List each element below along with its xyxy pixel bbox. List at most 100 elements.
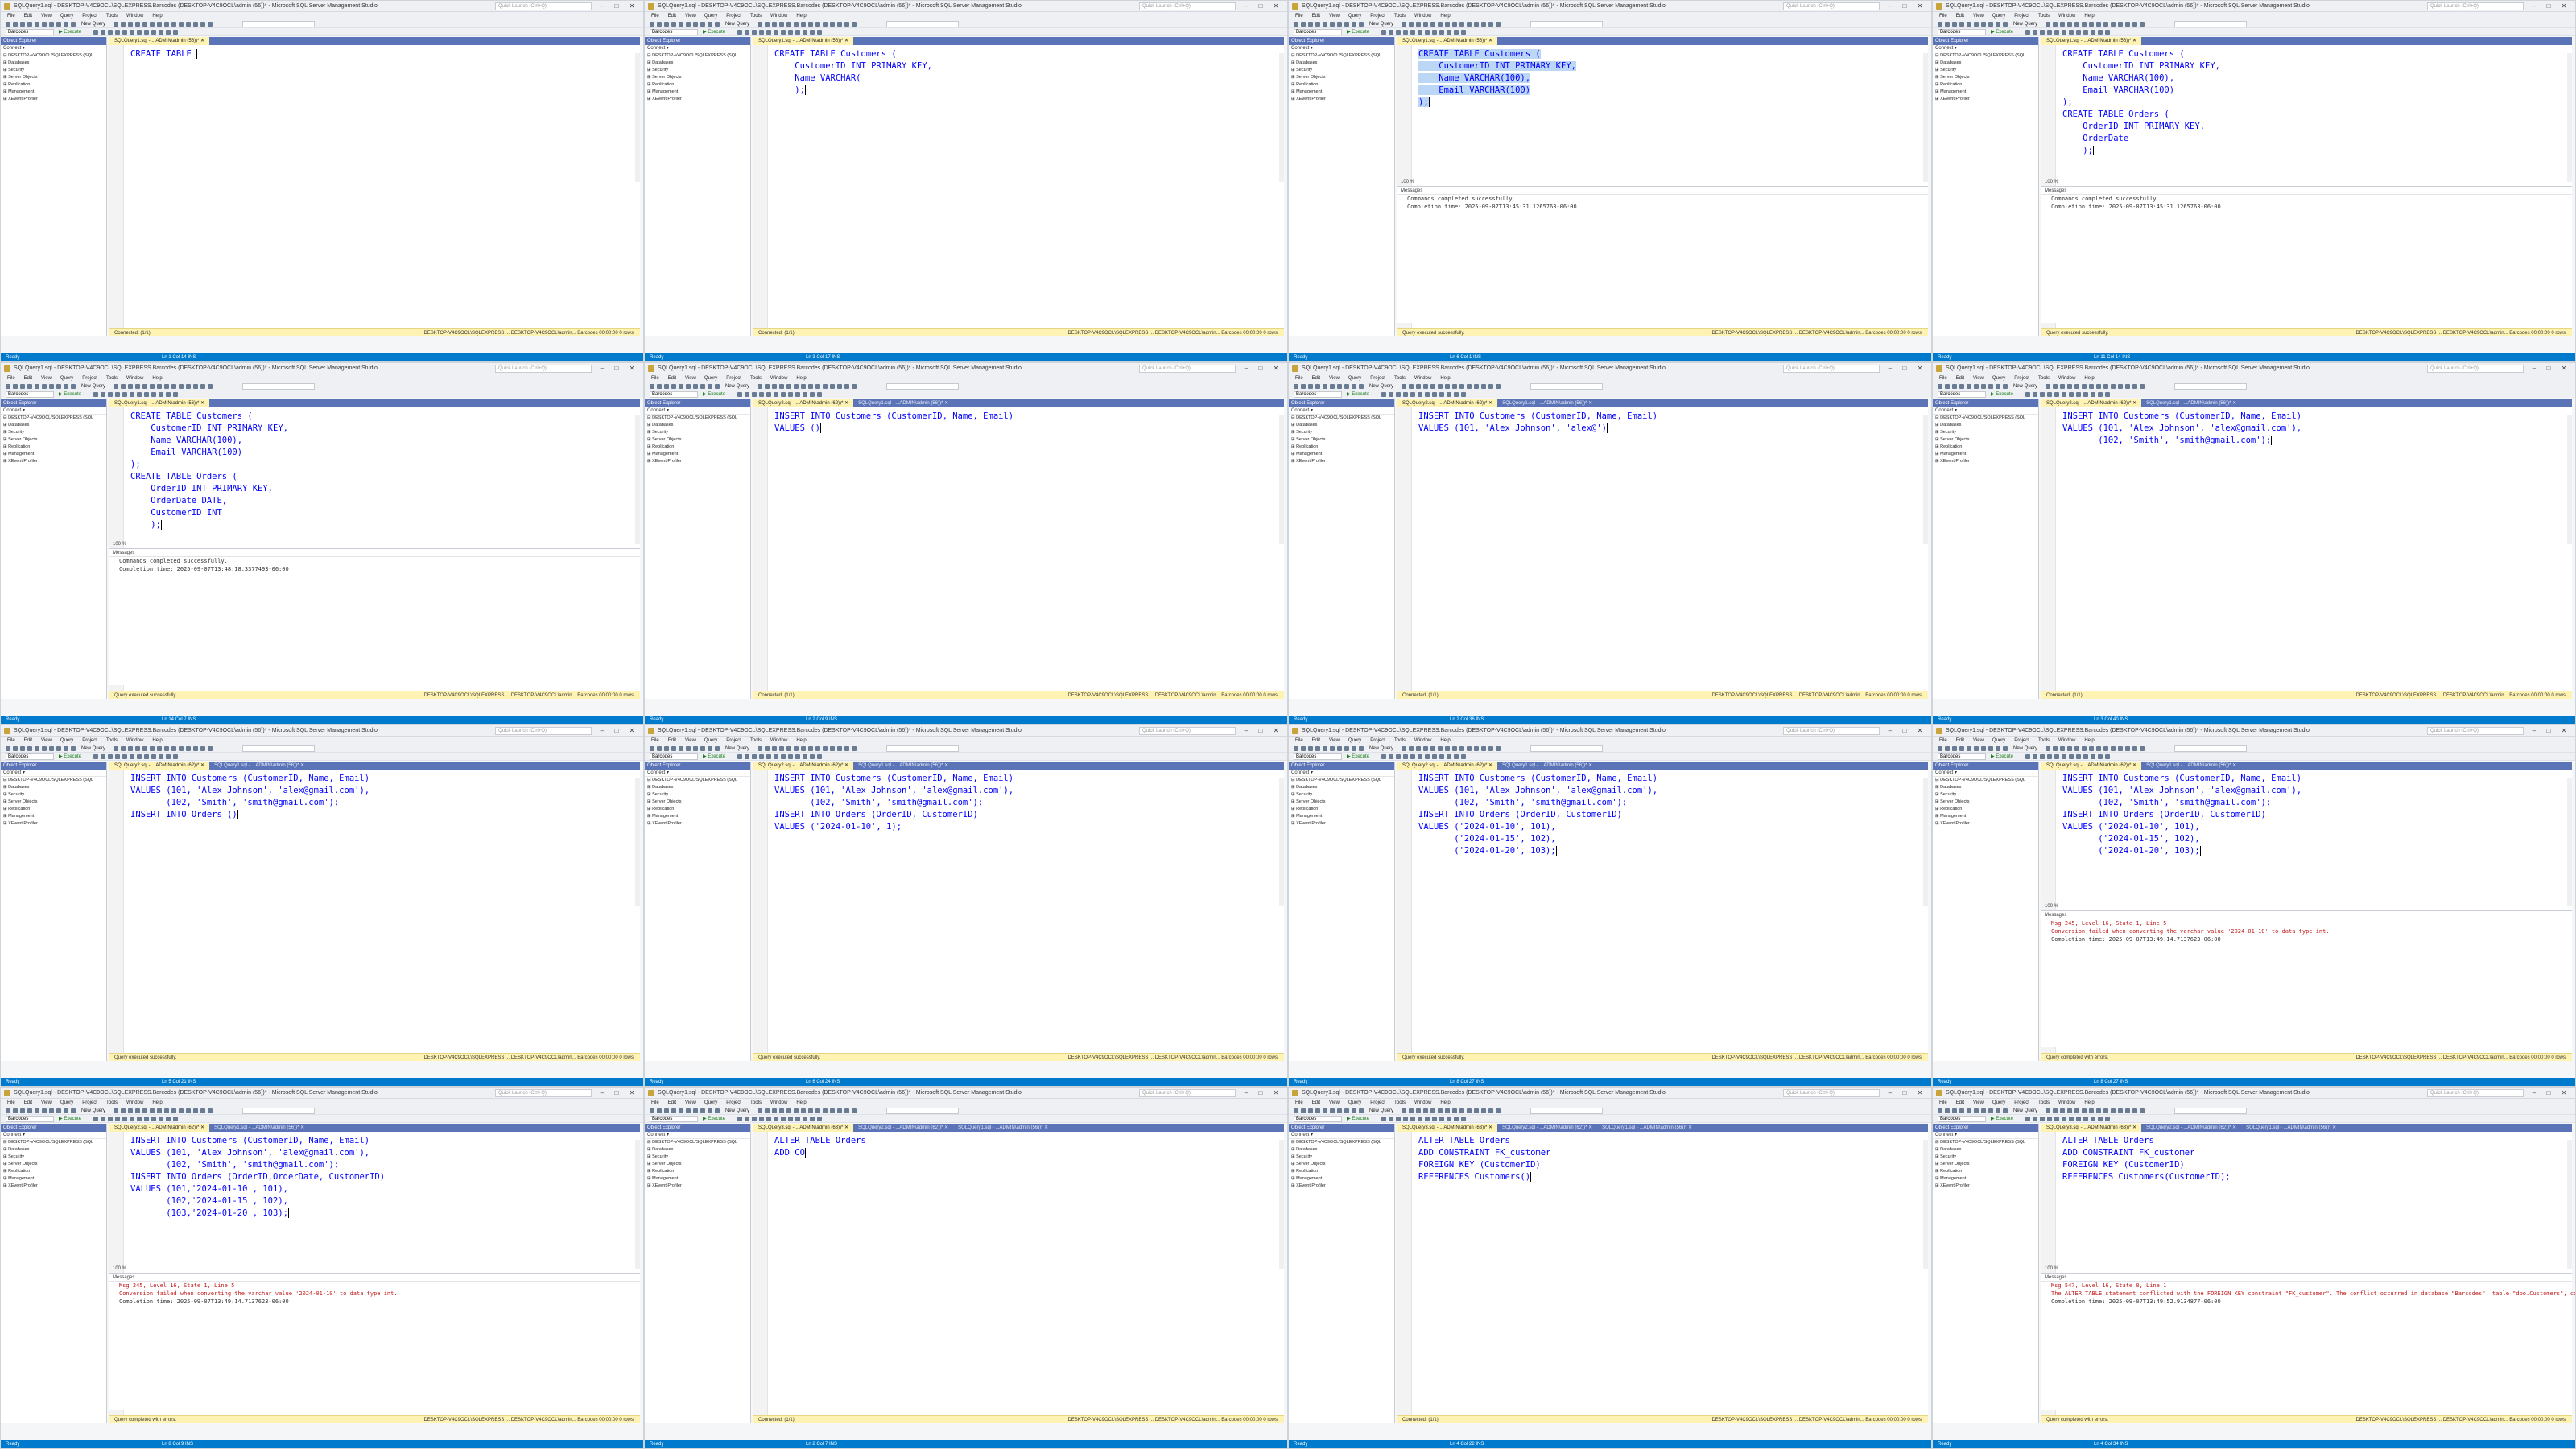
editor-scrollbar[interactable]: [1923, 53, 1928, 182]
close-icon[interactable]: ✕: [1274, 1, 1279, 12]
toolbar-icon[interactable]: [122, 392, 127, 397]
toolbar-icon[interactable]: [42, 1108, 47, 1113]
toolbar-icon[interactable]: [1359, 1108, 1364, 1113]
toolbar-icon[interactable]: [20, 22, 25, 27]
tree-node[interactable]: ⊟ DESKTOP-V4C9OCL\SQLEXPRESS (SQL: [1933, 52, 2038, 60]
tree-node[interactable]: ⊞ Management: [1, 813, 106, 820]
tree-node[interactable]: ⊞ Security: [1, 791, 106, 799]
menu-item-edit[interactable]: Edit: [1312, 14, 1320, 19]
toolbar-icon[interactable]: [115, 30, 120, 35]
toolbar-icon[interactable]: [1381, 1117, 1386, 1121]
toolbar-icon[interactable]: [1323, 746, 1327, 751]
toolbar-icon[interactable]: [1330, 22, 1335, 27]
tree-node[interactable]: ⊞ XEvent Profiler: [1933, 820, 2038, 828]
toolbar-icon[interactable]: [2033, 1117, 2037, 1121]
menu-item-file[interactable]: File: [7, 1100, 15, 1105]
toolbar-icon[interactable]: [2096, 746, 2101, 751]
toolbar-icon[interactable]: [817, 1117, 822, 1121]
toolbar-icon[interactable]: [2067, 384, 2072, 389]
quick-launch-input[interactable]: Quick Launch (Ctrl+Q): [1783, 1089, 1880, 1097]
toolbar-icon[interactable]: [1439, 30, 1444, 35]
solution-config-combo[interactable]: [2174, 383, 2247, 390]
toolbar-icon[interactable]: [803, 392, 807, 397]
toolbar-icon[interactable]: [1439, 1117, 1444, 1121]
toolbar-icon[interactable]: [27, 1108, 32, 1113]
menu-item-project[interactable]: Project: [726, 376, 741, 381]
toolbar-icon[interactable]: [671, 384, 676, 389]
menu-item-project[interactable]: Project: [726, 14, 741, 19]
query-tab[interactable]: SQLQuery1.sql - ...ADMIN\admin (56))* ✕: [853, 762, 953, 770]
toolbar-icon[interactable]: [1459, 746, 1464, 751]
messages-tab[interactable]: Messages: [109, 1274, 640, 1282]
sql-editor[interactable]: CREATE TABLE Customers ( CustomerID INT …: [2041, 45, 2572, 336]
menu-item-view[interactable]: View: [685, 1100, 696, 1105]
tree-node[interactable]: ⊞ Management: [1289, 813, 1394, 820]
toolbar-icon[interactable]: [1308, 746, 1313, 751]
toolbar-icon[interactable]: [171, 384, 176, 389]
quick-launch-input[interactable]: Quick Launch (Ctrl+Q): [2427, 2, 2524, 10]
toolbar-icon[interactable]: [1938, 22, 1942, 27]
menu-item-query[interactable]: Query: [60, 1100, 73, 1105]
toolbar-icon[interactable]: [2089, 384, 2094, 389]
menu-item-tools[interactable]: Tools: [1394, 14, 1406, 19]
toolbar-icon[interactable]: [671, 1108, 676, 1113]
toolbar-icon[interactable]: [1425, 30, 1430, 35]
quick-launch-input[interactable]: Quick Launch (Ctrl+Q): [2427, 727, 2524, 735]
zoom-level[interactable]: 100 %: [113, 541, 126, 548]
solution-config-combo[interactable]: [886, 1108, 959, 1114]
toolbar-icon[interactable]: [1981, 746, 1986, 751]
maximize-icon[interactable]: □: [614, 1, 618, 12]
tree-node[interactable]: ⊞ Security: [645, 429, 750, 436]
quick-launch-input[interactable]: Quick Launch (Ctrl+Q): [1783, 727, 1880, 735]
toolbar-icon[interactable]: [2067, 22, 2072, 27]
menu-item-file[interactable]: File: [651, 376, 659, 381]
toolbar-icon[interactable]: [93, 30, 98, 35]
database-combo[interactable]: Barcodes: [1294, 753, 1342, 760]
toolbar-icon[interactable]: [1403, 754, 1408, 759]
execute-button[interactable]: ▶ Execute: [703, 28, 725, 36]
menu-item-view[interactable]: View: [1329, 14, 1340, 19]
menu-item-file[interactable]: File: [1295, 1100, 1303, 1105]
toolbar-icon[interactable]: [693, 384, 698, 389]
toolbar-icon[interactable]: [1330, 746, 1335, 751]
toolbar-icon[interactable]: [2089, 22, 2094, 27]
toolbar-icon[interactable]: [208, 746, 213, 751]
sql-editor[interactable]: INSERT INTO Customers (CustomerID, Name,…: [753, 407, 1284, 699]
toolbar-icon[interactable]: [1945, 746, 1950, 751]
toolbar-icon[interactable]: [1959, 22, 1964, 27]
database-combo[interactable]: Barcodes: [6, 29, 54, 35]
toolbar-icon[interactable]: [2083, 754, 2088, 759]
minimize-icon[interactable]: –: [1245, 725, 1248, 737]
toolbar-icon[interactable]: [2082, 1108, 2087, 1113]
toolbar-icon[interactable]: [679, 746, 683, 751]
toolbar-icon[interactable]: [1967, 1108, 1971, 1113]
sql-editor[interactable]: INSERT INTO Customers (CustomerID, Name,…: [1397, 407, 1928, 699]
maximize-icon[interactable]: □: [1258, 725, 1262, 737]
sql-code[interactable]: INSERT INTO Customers (CustomerID, Name,…: [1418, 773, 1657, 857]
toolbar-icon[interactable]: [193, 384, 198, 389]
toolbar-icon[interactable]: [1410, 1117, 1415, 1121]
tree-node[interactable]: ⊞ Server Objects: [645, 1161, 750, 1168]
toolbar-icon[interactable]: [64, 22, 68, 27]
new-query-button[interactable]: New Query: [2013, 382, 2037, 390]
toolbar-icon[interactable]: [1418, 30, 1422, 35]
toolbar-icon[interactable]: [2003, 22, 2008, 27]
toolbar-icon[interactable]: [1344, 22, 1349, 27]
toolbar-icon[interactable]: [786, 384, 791, 389]
toolbar-icon[interactable]: [1454, 30, 1459, 35]
sql-code[interactable]: INSERT INTO Customers (CustomerID, Name,…: [1418, 411, 1657, 435]
toolbar-icon[interactable]: [1410, 30, 1415, 35]
toolbar-icon[interactable]: [1496, 384, 1501, 389]
tree-node[interactable]: ⊞ XEvent Profiler: [1289, 96, 1394, 103]
connect-button[interactable]: Connect ▾: [1289, 407, 1394, 415]
query-tab[interactable]: SQLQuery2.sql - ...ADMIN\admin (62))* ✕: [2041, 399, 2142, 407]
zoom-level[interactable]: 100 %: [1401, 179, 1414, 186]
toolbar-icon[interactable]: [1430, 22, 1435, 27]
tree-node[interactable]: ⊞ Replication: [645, 444, 750, 451]
toolbar-icon[interactable]: [745, 30, 749, 35]
toolbar-icon[interactable]: [1988, 746, 1993, 751]
toolbar-icon[interactable]: [137, 30, 142, 35]
tree-node[interactable]: ⊞ XEvent Profiler: [1933, 1183, 2038, 1190]
toolbar-icon[interactable]: [2047, 1117, 2052, 1121]
toolbar-icon[interactable]: [693, 22, 698, 27]
